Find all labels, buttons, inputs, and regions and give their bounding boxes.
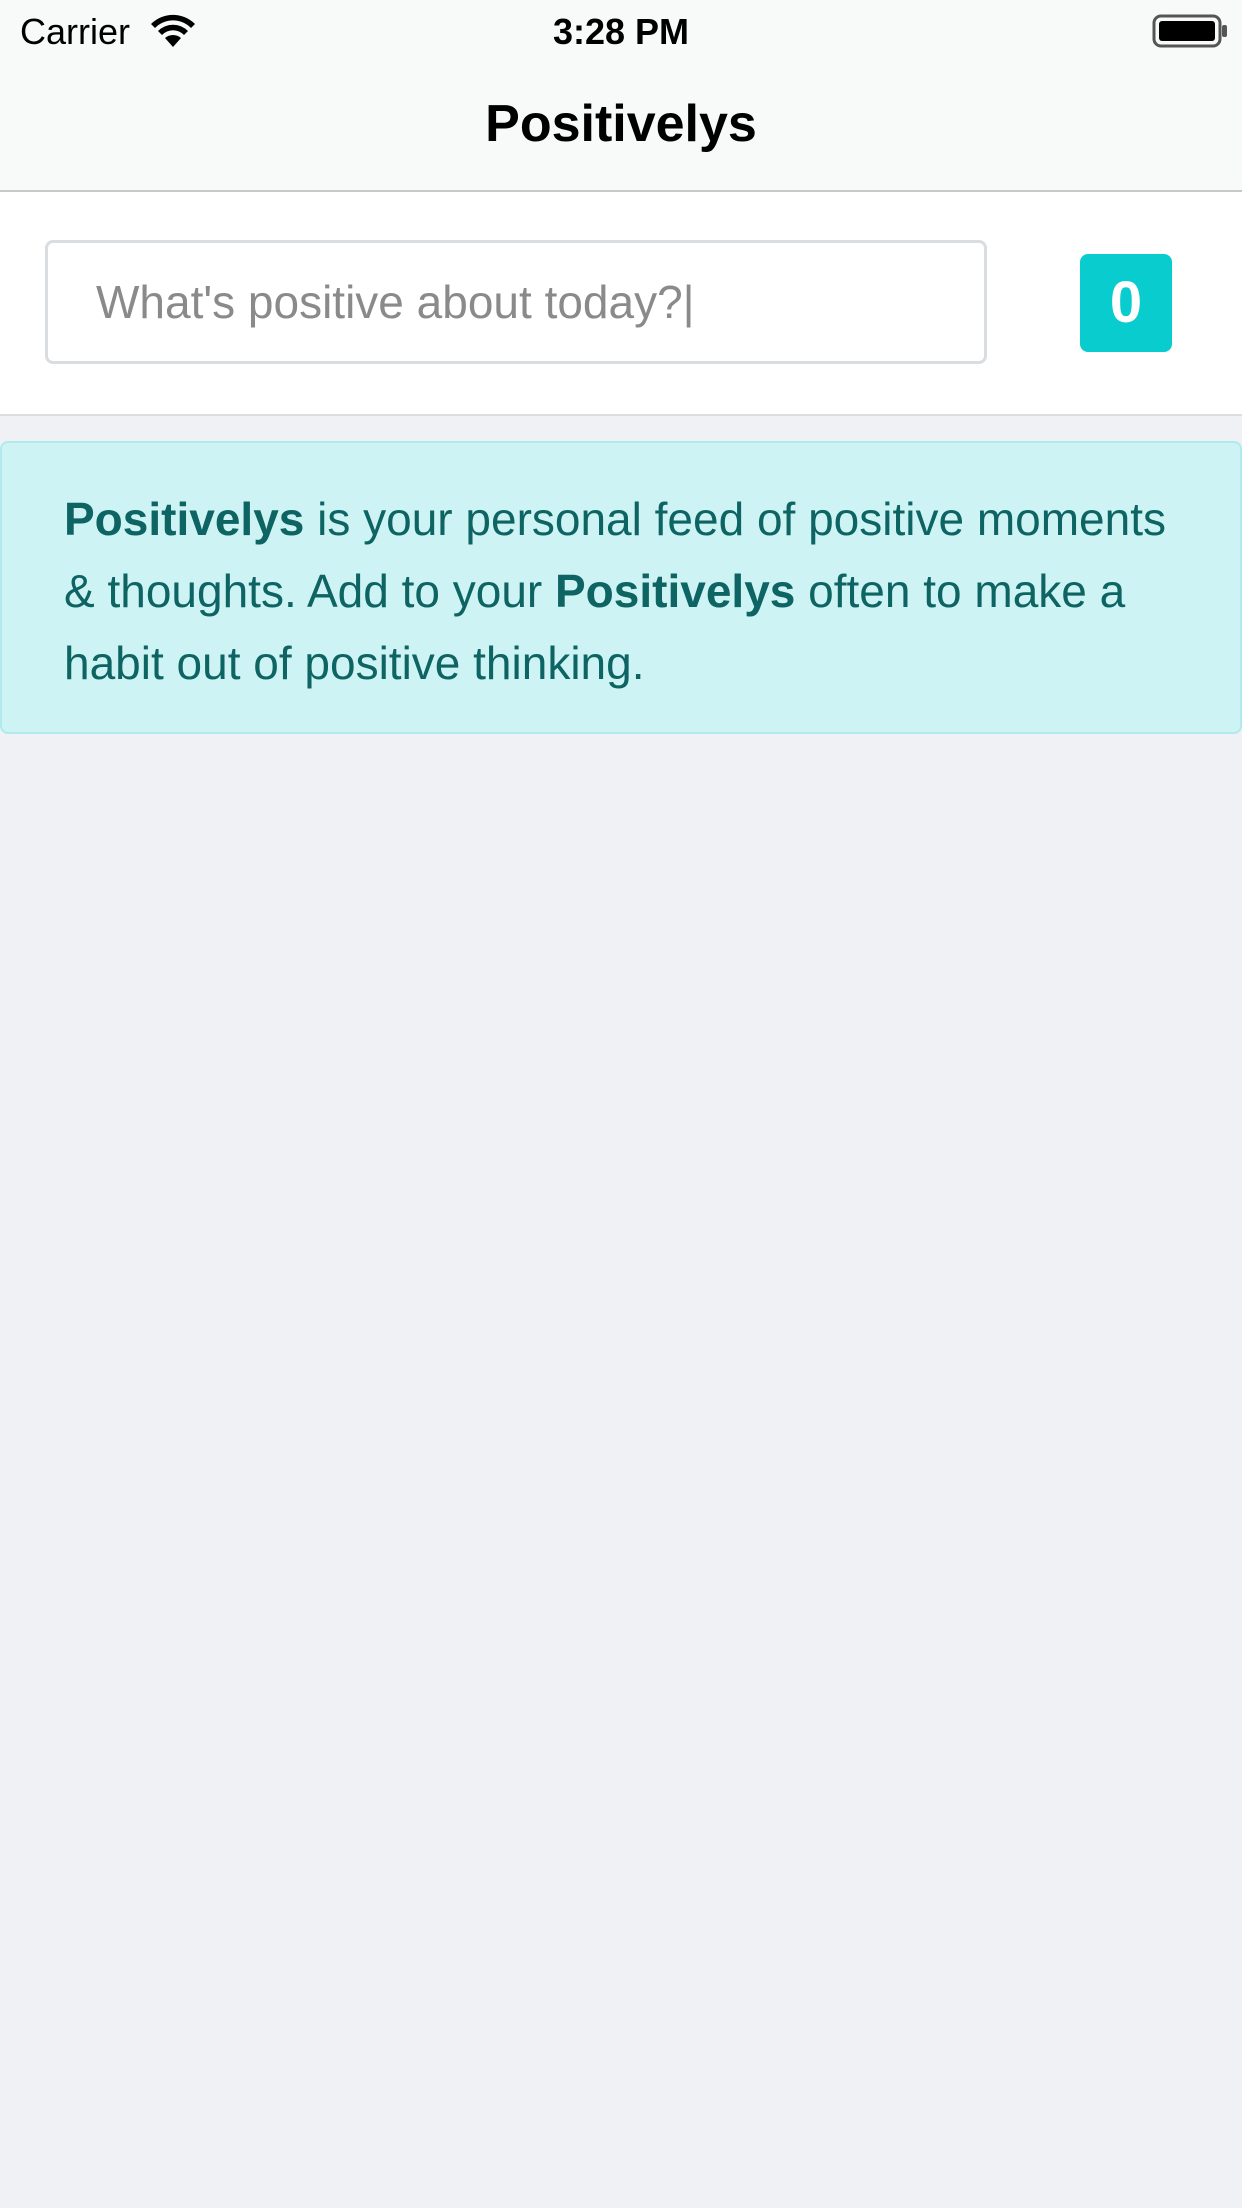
composer-panel: 0 <box>0 192 1242 416</box>
info-brand-name: Positivelys <box>555 565 796 617</box>
page-title: Positivelys <box>485 95 757 153</box>
info-alert: Positivelys is your personal feed of pos… <box>0 441 1242 734</box>
status-time: 3:28 PM <box>552 11 690 52</box>
entry-count-badge[interactable]: 0 <box>1080 254 1172 352</box>
navigation-bar: Positivelys <box>0 62 1242 192</box>
battery-icon <box>1152 14 1227 48</box>
status-bar: Carrier 3:28 PM <box>0 0 1242 62</box>
positive-entry-input[interactable] <box>45 240 987 364</box>
info-brand-name: Positivelys <box>64 493 305 545</box>
